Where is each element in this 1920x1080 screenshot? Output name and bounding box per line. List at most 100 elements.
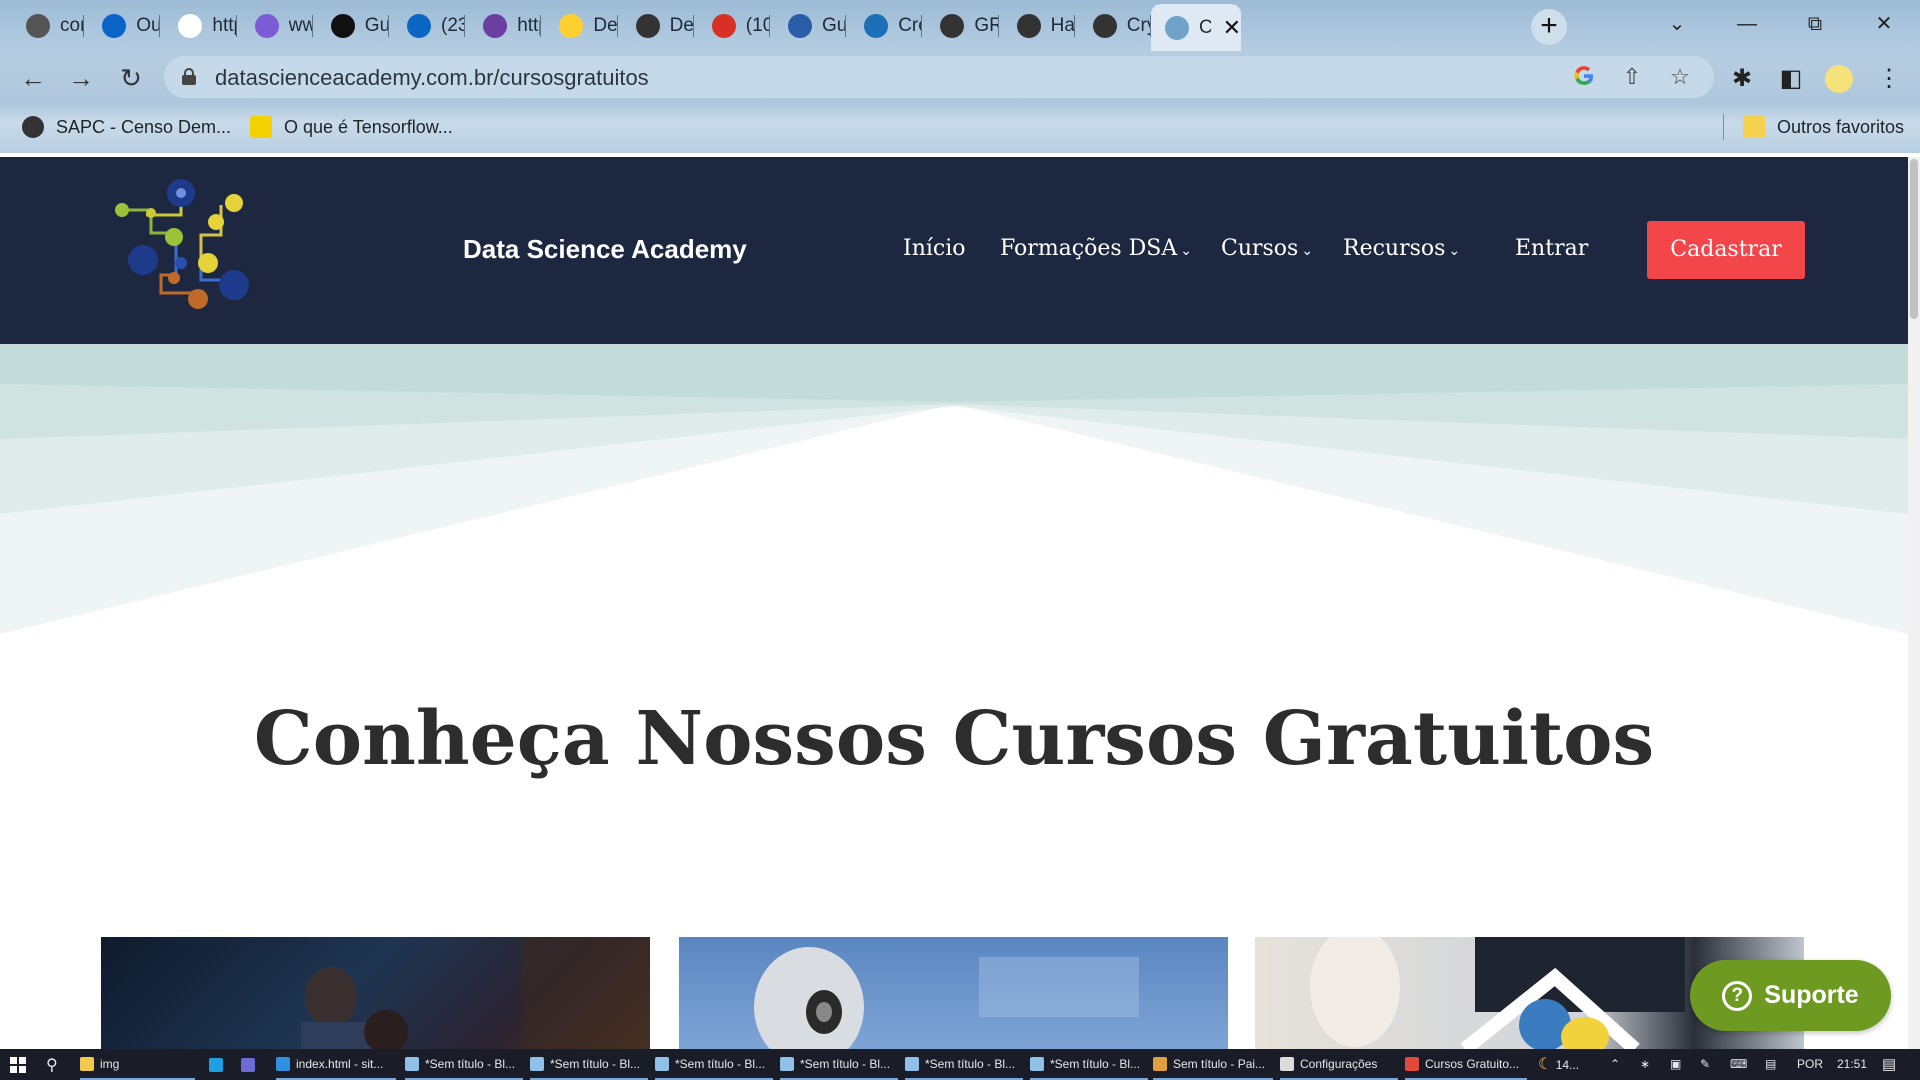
taskbar-item[interactable] (209, 1049, 235, 1080)
close-window-button[interactable]: ✕ (1864, 6, 1904, 42)
nav-formacoes-dsa[interactable]: Formações DSA ⌄ (1000, 236, 1192, 261)
keyboard-icon[interactable]: ⌨ (1730, 1049, 1747, 1080)
share-icon[interactable]: ⇧ (1619, 64, 1645, 90)
course-card-photo (754, 947, 1139, 1049)
close-tab-icon[interactable]: ✕ (1223, 15, 1241, 41)
page-scrollbar[interactable] (1908, 157, 1920, 1049)
help-icon: ? (1722, 980, 1753, 1011)
back-button[interactable]: ← (16, 61, 50, 95)
support-button[interactable]: ? Suporte (1690, 960, 1891, 1031)
taskbar-item[interactable]: *Sem título - Bl... (780, 1049, 898, 1080)
course-card-image[interactable] (679, 937, 1228, 1049)
tab-title: (23) (441, 14, 466, 36)
browser-tab[interactable]: www (237, 6, 313, 45)
address-bar[interactable]: datascienceacademy.com.br/cursosgratuito… (164, 56, 1714, 98)
side-panel-icon[interactable]: ◧ (1776, 64, 1806, 94)
lock-icon[interactable] (182, 68, 196, 85)
moon-icon: ☾ (1538, 1056, 1553, 1073)
browser-tab[interactable]: com (8, 6, 85, 45)
browser-tab[interactable]: (23) (389, 6, 466, 45)
tray-app-icon[interactable]: ▣ (1670, 1049, 1681, 1080)
scrollbar-thumb[interactable] (1910, 159, 1918, 319)
tab-title: com (60, 14, 84, 36)
taskbar-item[interactable]: Cursos Gratuito... (1405, 1049, 1527, 1080)
tab-title: http (517, 14, 541, 36)
browser-tab[interactable]: Cro (846, 6, 923, 45)
tab-title: C (1199, 16, 1211, 38)
browser-tab[interactable]: Desi (618, 6, 694, 45)
browser-tab[interactable]: Gup (313, 6, 389, 45)
course-card-image[interactable] (101, 937, 650, 1049)
url-text[interactable]: datascienceacademy.com.br/cursosgratuito… (215, 65, 649, 91)
taskbar-item[interactable]: *Sem título - Bl... (405, 1049, 523, 1080)
taskbar-item[interactable]: Sem título - Pai... (1153, 1049, 1273, 1080)
bookmark-item[interactable]: SAPC - Censo Dem... (22, 116, 231, 138)
clock[interactable]: 21:51 (1837, 1049, 1867, 1080)
nav-entrar[interactable]: Entrar (1515, 236, 1588, 261)
reload-button[interactable]: ↻ (114, 61, 148, 95)
start-button[interactable] (10, 1049, 26, 1080)
taskbar-item[interactable]: *Sem título - Bl... (1030, 1049, 1148, 1080)
taskbar-item[interactable] (241, 1049, 267, 1080)
lj-icon (178, 13, 203, 38)
tab-title: GRA (974, 14, 999, 36)
notepad-icon (905, 1056, 919, 1071)
browser-tab[interactable]: Has (999, 6, 1075, 45)
chevron-down-icon: ⌄ (1448, 243, 1461, 259)
vscode-icon (276, 1056, 290, 1071)
other-bookmarks-folder[interactable]: Outros favoritos (1743, 116, 1904, 138)
site-brand[interactable]: Data Science Academy (463, 234, 747, 265)
browser-tab[interactable]: GRA (922, 6, 999, 45)
bluetooth-icon[interactable]: ∗ (1640, 1049, 1650, 1080)
bookmark-star-icon[interactable]: ☆ (1667, 64, 1693, 90)
dsa-logo-icon (1165, 15, 1189, 40)
search-icon[interactable]: ⚲ (46, 1049, 58, 1080)
new-tab-button[interactable]: + (1531, 9, 1567, 45)
forward-button[interactable]: → (64, 61, 98, 95)
browser-tab[interactable]: Guia (770, 6, 847, 45)
taskbar-item[interactable]: *Sem título - Bl... (905, 1049, 1023, 1080)
tab-strip: com Outl http www Gup (23) http Desi Desi (109 Gui… (0, 0, 1920, 51)
nav-cursos[interactable]: Cursos ⌄ (1221, 236, 1313, 261)
nav-inicio[interactable]: Início (903, 236, 966, 261)
signup-button[interactable]: Cadastrar (1647, 221, 1805, 279)
dsa-logo[interactable] (106, 175, 266, 315)
browser-tab[interactable]: http (160, 6, 237, 45)
browser-tab[interactable]: http (465, 6, 542, 45)
browser-tab[interactable]: (109 (694, 6, 770, 45)
network-icon[interactable]: ▤ (1765, 1049, 1776, 1080)
tab-search-icon[interactable]: ⌄ (1657, 6, 1697, 42)
tab-title: Guia (822, 14, 847, 36)
google-lens-icon[interactable] (1571, 64, 1597, 90)
pen-icon[interactable]: ✎ (1700, 1049, 1710, 1080)
menu-kebab-icon[interactable]: ⋮ (1874, 64, 1904, 94)
taskbar-item[interactable]: *Sem título - Bl... (655, 1049, 773, 1080)
taskbar-item-label: *Sem título - Bl... (425, 1056, 516, 1071)
nav-recursos[interactable]: Recursos ⌄ (1343, 236, 1460, 261)
weather-widget[interactable]: ☾ 14... (1538, 1049, 1579, 1080)
browser-tab[interactable]: Desi (541, 6, 618, 45)
taskbar-item[interactable]: Configurações (1280, 1049, 1398, 1080)
globe-icon (940, 13, 965, 38)
extensions-icon[interactable]: ✱ (1727, 64, 1757, 94)
taskbar-item[interactable]: img (80, 1049, 195, 1080)
language-indicator[interactable]: POR (1797, 1049, 1823, 1080)
globe-icon (1092, 13, 1117, 38)
profile-avatar[interactable] (1824, 64, 1854, 94)
taskbar-item[interactable]: *Sem título - Bl... (530, 1049, 648, 1080)
tab-title: Crys (1126, 14, 1151, 36)
tab-active[interactable]: C ✕ (1151, 4, 1241, 51)
chrome-icon (1405, 1056, 1419, 1071)
restore-button[interactable]: ⧉ (1795, 6, 1835, 42)
browser-tab[interactable]: Crys (1075, 6, 1151, 45)
browser-tab[interactable]: Outl (84, 6, 161, 45)
taskbar-item[interactable]: index.html - sit... (276, 1049, 396, 1080)
notepad-icon (405, 1056, 419, 1071)
notifications-icon[interactable]: ▤ (1882, 1049, 1896, 1080)
globe-icon (22, 116, 44, 138)
tab-title: (109 (745, 14, 770, 36)
tray-chevron-icon[interactable]: ⌃ (1610, 1049, 1620, 1080)
chevron-down-icon: ⌄ (1180, 243, 1193, 259)
minimize-button[interactable]: — (1727, 6, 1767, 42)
bookmark-item[interactable]: O que é Tensorflow... (250, 116, 453, 138)
